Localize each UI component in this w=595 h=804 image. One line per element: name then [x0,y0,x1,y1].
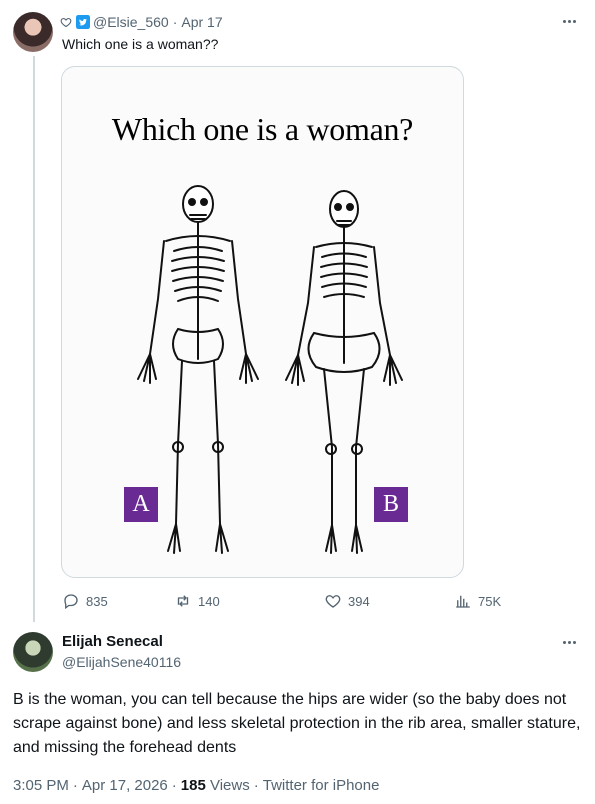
reply-button[interactable]: 835 [62,592,108,610]
tweet-metadata: 3:05 PM · Apr 17, 2026 · 185 Views · Twi… [13,777,379,794]
heart-outline-icon [60,17,72,28]
post-source[interactable]: Twitter for iPhone [263,777,380,794]
more-icon[interactable] [563,641,579,645]
more-icon[interactable] [563,20,579,24]
views-count: 75K [478,593,502,609]
avatar[interactable] [13,12,53,52]
reply-icon [64,594,78,610]
reply-count: 835 [86,593,108,609]
reply-author-name[interactable]: Elijah Senecal [62,633,163,650]
like-count: 394 [348,593,370,609]
tweet-actions: 835 140 394 75K [62,592,502,610]
like-button[interactable]: 394 [324,592,370,610]
retweet-icon [177,595,189,607]
label-a: A [124,487,158,522]
dot-separator: · [172,14,178,30]
like-icon [325,595,341,608]
post-date[interactable]: Apr 17, 2026 [82,777,168,794]
retweet-button[interactable]: 140 [174,592,220,610]
tweet-date[interactable]: Apr 17 [181,14,222,30]
views-count: 185 [180,777,206,794]
post-time[interactable]: 3:05 PM [13,777,69,794]
views-icon [456,595,470,608]
dot-separator: · [72,777,78,794]
thread-connector-line [33,56,35,622]
dot-separator: · [253,777,259,794]
views-button[interactable]: 75K [454,592,501,610]
reply-author-handle[interactable]: @ElijahSene40116 [62,654,181,670]
tweet-media-image[interactable]: Which one is a woman? A B [61,66,464,578]
media-title: Which one is a woman? [111,111,414,147]
author-handle[interactable]: @Elsie_560 [93,14,169,30]
twitter-bird-icon [76,15,90,29]
reply-text: B is the woman, you can tell because the… [13,691,581,756]
retweet-count: 140 [198,593,220,609]
dot-separator: · [171,777,177,794]
label-b: B [374,487,408,522]
reply-avatar[interactable] [13,632,53,672]
tweet-text: Which one is a woman?? [62,36,219,52]
views-label: Views [209,777,250,794]
tweet-header: @Elsie_560 · Apr 17 [60,13,223,31]
